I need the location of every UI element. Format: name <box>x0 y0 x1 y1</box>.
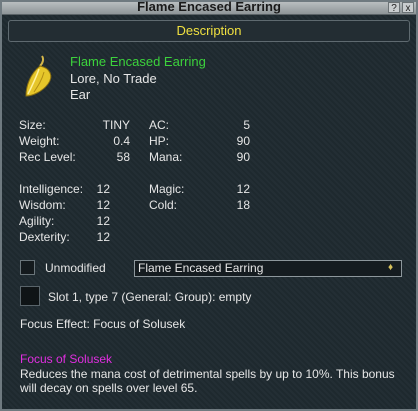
intelligence-value: 12 <box>96 182 110 196</box>
hp-label: HP: <box>149 134 170 148</box>
item-inspect-window: Flame Encased Earring ? x Description Fl… <box>0 0 418 411</box>
wisdom-value: 12 <box>96 198 110 212</box>
size-label: Size: <box>19 118 46 132</box>
hp-value: 90 <box>236 134 250 148</box>
item-name: Flame Encased Earring <box>70 54 206 69</box>
item-flags: Lore, No Trade <box>70 71 157 86</box>
dexterity-value: 12 <box>96 230 110 244</box>
wisdom-label: Wisdom: <box>19 198 66 212</box>
weight-label: Weight: <box>19 134 60 148</box>
item-variant-select[interactable]: Flame Encased Earring ♦ <box>134 260 402 277</box>
agility-label: Agility: <box>19 214 55 228</box>
help-button[interactable]: ? <box>388 2 400 14</box>
earring-icon <box>20 54 60 100</box>
window-title: Flame Encased Earring <box>137 0 281 14</box>
cold-label: Cold: <box>149 198 178 212</box>
intelligence-label: Intelligence: <box>19 182 84 196</box>
unmodified-checkbox[interactable] <box>20 260 35 275</box>
dropdown-arrow-icon[interactable]: ♦ <box>388 262 398 274</box>
ac-label: AC: <box>149 118 170 132</box>
size-value: TINY <box>102 118 130 132</box>
focus-description: Reduces the mana cost of detrimental spe… <box>20 367 395 395</box>
title-bar[interactable]: Flame Encased Earring ? x <box>2 0 416 15</box>
mana-value: 90 <box>236 150 250 164</box>
rec-level-value: 58 <box>116 150 130 164</box>
agility-value: 12 <box>96 214 110 228</box>
description-header: Description <box>8 20 410 42</box>
close-button[interactable]: x <box>402 2 414 14</box>
ac-value: 5 <box>243 118 250 132</box>
focus-name: Focus of Solusek <box>20 352 113 366</box>
magic-label: Magic: <box>149 182 185 196</box>
unmodified-label: Unmodified <box>45 261 106 275</box>
mana-label: Mana: <box>149 150 183 164</box>
augment-slot-text: Slot 1, type 7 (General: Group): empty <box>48 290 252 304</box>
cold-value: 18 <box>236 198 250 212</box>
item-slot: Ear <box>70 87 91 102</box>
magic-value: 12 <box>236 182 250 196</box>
focus-effect-text: Focus Effect: Focus of Solusek <box>20 317 186 331</box>
augment-slot-icon[interactable] <box>20 286 40 306</box>
rec-level-label: Rec Level: <box>19 150 76 164</box>
weight-value: 0.4 <box>113 134 130 148</box>
dexterity-label: Dexterity: <box>19 230 70 244</box>
item-variant-selected: Flame Encased Earring <box>138 261 264 275</box>
